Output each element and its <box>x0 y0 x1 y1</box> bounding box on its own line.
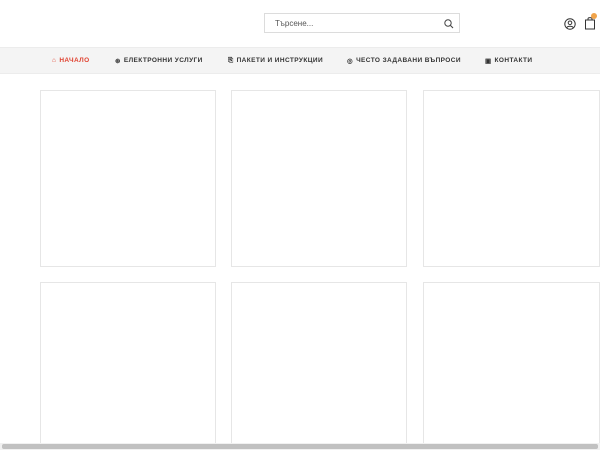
gear-icon: ⊛ <box>115 57 121 65</box>
nav-item-e-services[interactable]: ⊛ ЕЛЕКТРОННИ УСЛУГИ <box>115 48 203 73</box>
question-icon: ◎ <box>347 57 354 65</box>
nav-item-faq[interactable]: ◎ ЧЕСТО ЗАДАВАНИ ВЪПРОСИ <box>347 48 461 73</box>
search-icon[interactable] <box>443 17 455 29</box>
product-card[interactable] <box>231 282 407 447</box>
horizontal-scrollbar[interactable] <box>0 443 600 450</box>
page: ⌂ НАЧАЛО ⊛ ЕЛЕКТРОННИ УСЛУГИ ⎘ ПАКЕТИ И … <box>0 0 600 450</box>
product-card[interactable] <box>423 90 600 267</box>
product-card[interactable] <box>423 282 600 447</box>
user-circle-icon[interactable] <box>564 17 576 30</box>
nav-item-home[interactable]: ⌂ НАЧАЛО <box>52 48 90 73</box>
product-card[interactable] <box>40 282 216 447</box>
nav-item-label: КОНТАКТИ <box>494 57 533 64</box>
cart-badge <box>591 13 597 19</box>
header <box>0 0 600 47</box>
phone-icon: ▣ <box>485 57 492 65</box>
copy-icon: ⎘ <box>228 56 234 64</box>
home-icon: ⌂ <box>52 57 57 64</box>
scrollbar-thumb[interactable] <box>2 444 598 449</box>
nav-item-contacts[interactable]: ▣ КОНТАКТИ <box>485 48 533 73</box>
main-nav: ⌂ НАЧАЛО ⊛ ЕЛЕКТРОННИ УСЛУГИ ⎘ ПАКЕТИ И … <box>0 47 600 74</box>
nav-item-label: ЕЛЕКТРОННИ УСЛУГИ <box>123 57 203 64</box>
nav-item-label: НАЧАЛО <box>59 57 90 64</box>
product-card[interactable] <box>231 90 407 267</box>
search-input[interactable] <box>265 14 435 32</box>
nav-item-label: ЧЕСТО ЗАДАВАНИ ВЪПРОСИ <box>356 57 461 64</box>
nav-item-packages[interactable]: ⎘ ПАКЕТИ И ИНСТРУКЦИИ <box>228 48 323 73</box>
search-box <box>264 13 460 33</box>
nav-item-label: ПАКЕТИ И ИНСТРУКЦИИ <box>236 57 324 64</box>
product-card[interactable] <box>40 90 216 267</box>
